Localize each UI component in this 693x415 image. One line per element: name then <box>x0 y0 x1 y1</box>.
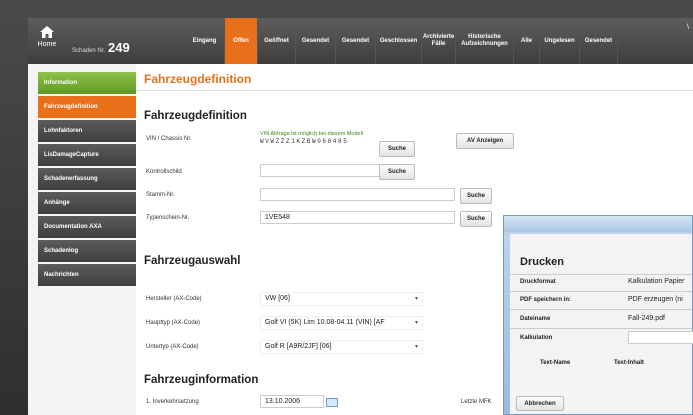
sidebar-item-nachrichten[interactable]: Nachrichten <box>38 264 136 286</box>
kontrollschild-search-button[interactable]: Suche <box>379 164 415 180</box>
case-label: Schaden Nr. <box>72 48 106 54</box>
kalkulation-label: Kalkulation <box>520 335 553 341</box>
sidebar-item-anhaenge[interactable]: Anhänge <box>38 192 136 214</box>
sidebar-item-schadenerfassung[interactable]: Schadenerfassung <box>38 168 136 190</box>
kalkulation-input[interactable] <box>628 331 693 344</box>
tab-eingang[interactable]: Eingang <box>185 18 225 64</box>
typenschein-input[interactable]: 1VE548 <box>260 211 455 224</box>
cancel-button[interactable]: Abbrechen <box>516 396 564 411</box>
tab-archivierte-faelle[interactable]: Archivierte Fälle <box>422 18 456 64</box>
dialog-divider <box>510 328 692 329</box>
dialog-titlebar[interactable] <box>504 216 692 232</box>
stamm-nr-label: Stamm-Nr. <box>146 192 175 198</box>
vin-hint: VIN Abfrage ist möglich bei diesem Model… <box>260 131 364 137</box>
section-title-fahrzeugauswahl: Fahrzeugauswahl <box>144 255 241 267</box>
inverkehrsetzung-label: 1. Inverkehrsetzung <box>146 399 199 405</box>
kontrollschild-input[interactable] <box>260 164 380 177</box>
typenschein-label: Typenschein-Nr. <box>146 215 190 221</box>
druckformat-select[interactable]: Kalkulation Papier <box>628 278 684 285</box>
tab-geschlossen[interactable]: Geschlossen <box>376 18 422 64</box>
inverkehrsetzung-input[interactable]: 13.10.2006 <box>260 395 324 408</box>
sidebar-item-lohnfaktoren[interactable]: Lohnfaktoren <box>38 120 136 142</box>
tab-gesendet-2[interactable]: Gesendet <box>336 18 376 64</box>
vin-search-button[interactable]: Suche <box>379 141 415 157</box>
home-icon <box>39 25 55 39</box>
tab-offen[interactable]: Offen <box>225 18 258 64</box>
sidebar-item-information[interactable]: Information <box>38 72 136 94</box>
druckformat-label: Druckformat <box>520 279 556 285</box>
stamm-nr-input[interactable] <box>260 188 455 201</box>
section-title-fahrzeugdefinition: Fahrzeugdefinition <box>144 110 247 122</box>
dialog-divider <box>510 274 692 275</box>
dialog-title: Drucken <box>520 256 565 268</box>
vin-field[interactable]: WVWZZZ1KZBW060485 <box>260 138 348 145</box>
sidebar-item-lisdamagecapture[interactable]: LisDamageCapture <box>38 144 136 166</box>
title-divider <box>136 90 693 91</box>
sidebar: Information Fahrzeugdefinition Lohnfakto… <box>38 72 136 288</box>
page-title: Fahrzeugdefinition <box>144 72 252 86</box>
haupttyp-select[interactable]: Golf VI (5K) Lim 10.08-04.11 (VIN) [AF ▾ <box>260 316 423 330</box>
dialog-divider <box>510 309 692 310</box>
tab-ungelesen[interactable]: Ungelesen <box>540 18 580 64</box>
chevron-down-icon: ▾ <box>414 344 418 350</box>
pdf-save-select[interactable]: PDF erzeugen (ni <box>628 296 683 303</box>
untertyp-label: Untertyp (AX-Code) <box>146 344 199 350</box>
calendar-icon[interactable] <box>326 398 338 407</box>
kontrollschild-label: Kontrollschild <box>146 169 182 175</box>
column-text-name: Text-Name <box>540 360 571 366</box>
tab-historische-aufzeichnungen[interactable]: Historische Aufzeichnungen <box>456 18 514 64</box>
column-text-inhalt: Text-Inhalt <box>614 360 644 366</box>
untertyp-select[interactable]: Golf R [A9R/2JF] [06] ▾ <box>260 340 423 354</box>
chevron-down-icon: ▾ <box>414 319 418 326</box>
hersteller-value: VW [06] <box>265 295 290 302</box>
case-number: 249 <box>108 40 130 55</box>
case-number-display: Schaden Nr. 249 <box>72 40 130 55</box>
hersteller-select[interactable]: VW [06] ▾ <box>260 292 423 306</box>
dialog-divider <box>510 291 692 292</box>
home-button[interactable]: Home <box>34 22 60 60</box>
haupttyp-label: Haupttyp (AX-Code) <box>146 320 201 326</box>
sidebar-item-documentation-axa[interactable]: Documentation AXA <box>38 216 136 238</box>
sidebar-item-schadenlog[interactable]: Schadenlog <box>38 240 136 262</box>
hersteller-label: Hersteller (AX-Code) <box>146 296 202 302</box>
dateiname-input[interactable]: Fall-249.pdf <box>628 315 665 322</box>
untertyp-value: Golf R [A9R/2JF] [06] <box>265 343 332 350</box>
tab-geoeffnet[interactable]: Geöffnet <box>258 18 296 64</box>
home-label: Home <box>37 41 57 48</box>
letzte-mfk-label: Letzte MFK <box>461 399 492 405</box>
top-navigation-bar: Home Schaden Nr. 249 Eingang Offen Geöffn… <box>28 18 693 64</box>
chevron-down-icon: ▾ <box>414 296 418 302</box>
status-tabs: Eingang Offen Geöffnet Gesendet Gesendet… <box>185 18 618 64</box>
pdf-save-label: PDF speichern in: <box>520 297 572 303</box>
vin-label: VIN / Chassis Nr. <box>146 136 192 142</box>
tab-gesendet-1[interactable]: Gesendet <box>296 18 336 64</box>
sidebar-item-fahrzeugdefinition[interactable]: Fahrzeugdefinition <box>38 96 136 118</box>
av-anzeigen-button[interactable]: AV Anzeigen <box>456 133 514 149</box>
print-dialog: Drucken Druckformat Kalkulation Papier P… <box>503 215 693 415</box>
section-title-fahrzeuginformation: Fahrzeuginformation <box>144 374 259 386</box>
dateiname-label: Dateiname <box>520 316 551 322</box>
typenschein-search-button[interactable]: Suche <box>460 211 492 227</box>
dialog-body: Drucken Druckformat Kalkulation Papier P… <box>510 234 693 414</box>
stamm-nr-search-button[interactable]: Suche <box>460 188 492 204</box>
haupttyp-value: Golf VI (5K) Lim 10.08-04.11 (VIN) [AF <box>265 319 385 326</box>
tab-gesendet-3[interactable]: Gesendet <box>580 18 618 64</box>
tab-alle[interactable]: Alle <box>514 18 540 64</box>
header-right-mark: \ <box>687 24 689 31</box>
